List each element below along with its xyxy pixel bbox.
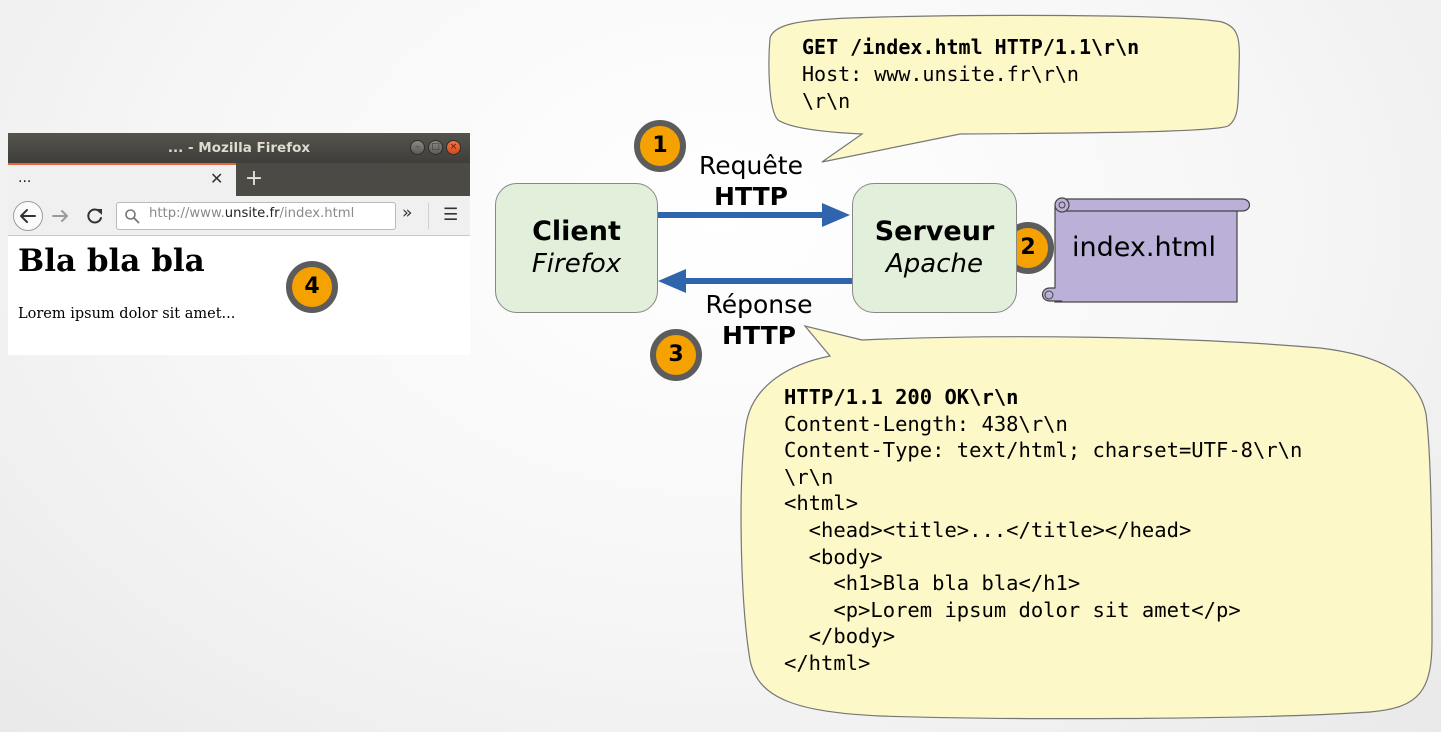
url-domain: unsite.fr	[224, 206, 280, 221]
response-body-line: </html>	[784, 650, 871, 675]
response-body-line: <body>	[784, 544, 883, 569]
maximize-icon: □	[431, 142, 440, 152]
search-icon	[125, 209, 140, 224]
response-label: Réponse HTTP	[689, 289, 829, 351]
client-title: Client	[532, 216, 621, 247]
response-status-line: HTTP/1.1 200 OK\r\n	[784, 385, 1019, 409]
response-label-line2: HTTP	[722, 321, 796, 350]
forward-arrow-icon[interactable]	[50, 205, 72, 227]
tab-label: ...	[18, 170, 32, 186]
reload-icon[interactable]	[84, 205, 106, 227]
server-node: Serveur Apache	[852, 183, 1017, 313]
client-node: Client Firefox	[495, 183, 658, 313]
response-body-line: <head><title>...</title></head>	[784, 517, 1192, 542]
response-text: HTTP/1.1 200 OK\r\n Content-Length: 438\r…	[784, 384, 1302, 677]
request-end: \r\n	[802, 89, 851, 113]
server-title: Serveur	[874, 216, 995, 247]
request-label-line1: Requête	[699, 151, 803, 180]
response-body-line: <h1>Bla bla bla</h1>	[784, 571, 1081, 596]
close-icon: ×	[449, 142, 458, 152]
response-content-type: Content-Type: text/html; charset=UTF-8\r…	[784, 438, 1303, 463]
response-label-line1: Réponse	[705, 290, 813, 319]
response-body-line: <p>Lorem ipsum dolor sit amet</p>	[784, 597, 1241, 622]
page-paragraph: Lorem ipsum dolor sit amet...	[18, 306, 236, 322]
overflow-menu-icon[interactable]: »	[402, 203, 412, 223]
file-name: index.html	[1072, 232, 1216, 263]
maximize-button[interactable]: □	[428, 140, 443, 155]
page-heading: Bla bla bla	[18, 243, 205, 279]
hamburger-menu-icon[interactable]: ☰	[443, 205, 458, 225]
request-text: GET /index.html HTTP/1.1\r\n Host: www.un…	[802, 34, 1139, 115]
window-title: ... - Mozilla Firefox	[167, 140, 311, 156]
url-text[interactable]: http://www.unsite.fr/index.html	[149, 206, 354, 221]
step-badge-1: 1	[634, 120, 686, 172]
step-badge-4: 4	[286, 261, 338, 313]
toolbar-separator	[428, 203, 429, 229]
client-subtitle: Firefox	[531, 249, 622, 279]
back-button[interactable]	[13, 201, 43, 231]
back-arrow-icon	[20, 209, 36, 223]
request-label-line2: HTTP	[714, 182, 788, 211]
minimize-button[interactable]: –	[410, 140, 425, 155]
request-host-header: Host: www.unsite.fr\r\n	[802, 62, 1079, 86]
request-label: Requête HTTP	[681, 150, 821, 212]
url-path: /index.html	[279, 206, 355, 221]
tab-close-icon[interactable]: ✕	[210, 169, 223, 188]
minimize-icon: –	[415, 142, 420, 152]
response-body-line: </body>	[784, 624, 896, 649]
new-tab-button[interactable]: +	[242, 166, 266, 192]
url-prefix: http://www.	[149, 206, 225, 221]
response-body-line: <html>	[784, 491, 859, 516]
response-content-length: Content-Length: 438\r\n	[784, 411, 1068, 436]
server-subtitle: Apache	[886, 249, 983, 279]
browser-tab[interactable]: ... ✕	[8, 163, 236, 196]
response-header-end: \r\n	[784, 464, 834, 489]
close-window-button[interactable]: ×	[446, 140, 461, 155]
firefox-window: ... - Mozilla Firefox – □ × ... ✕ + http…	[8, 133, 470, 355]
request-line: GET /index.html HTTP/1.1\r\n	[802, 35, 1140, 59]
